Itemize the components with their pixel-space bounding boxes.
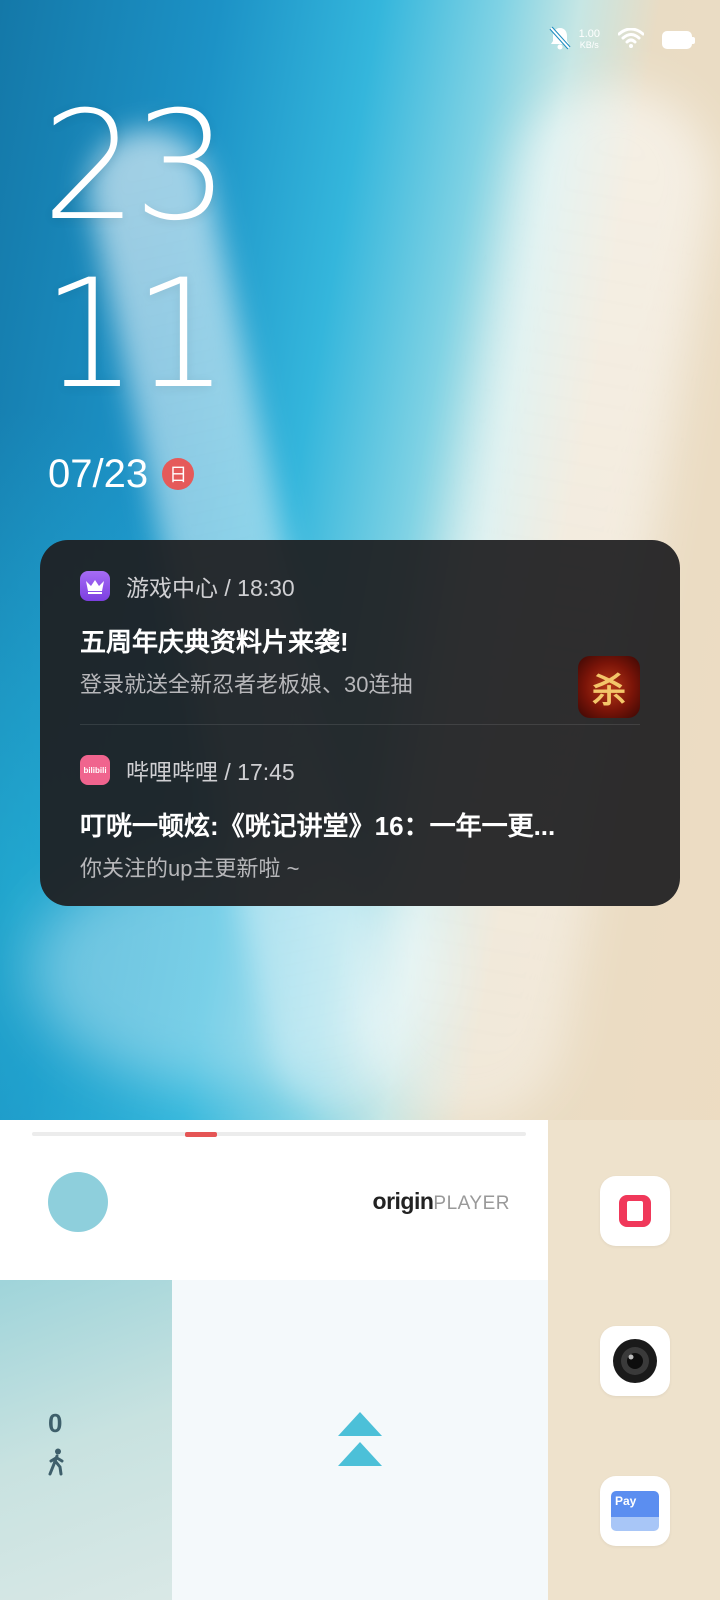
swipe-up-area[interactable]: [172, 1280, 548, 1600]
speed-value: 1.00: [578, 28, 600, 40]
notification-body: 登录就送全新忍者老板娘、30连抽: [80, 672, 413, 697]
wifi-icon: [617, 27, 645, 53]
clock-hour: 23: [42, 80, 229, 254]
walking-person-icon: [46, 1448, 68, 1481]
notification-header: bilibili 哔哩哔哩 / 17:45: [80, 754, 640, 786]
game-thumbnail: 杀: [578, 656, 640, 718]
battery-icon: [662, 31, 695, 49]
music-player-widget[interactable]: origin PLAYER: [0, 1120, 548, 1280]
notification-card[interactable]: 游戏中心 / 18:30 五周年庆典资料片来袭! 登录就送全新忍者老板娘、30连…: [40, 540, 680, 906]
crown-icon: [80, 571, 110, 601]
date-text: 07/23: [48, 452, 149, 496]
pay-wallet-icon[interactable]: Pay: [600, 1476, 670, 1546]
step-counter-widget[interactable]: 0: [0, 1280, 172, 1600]
playback-progress-track[interactable]: [32, 1132, 526, 1136]
swipe-up-icon: [338, 1412, 382, 1466]
date-row: 07/23 日: [48, 452, 195, 496]
bilibili-icon-text: bilibili: [83, 765, 107, 775]
album-art[interactable]: [48, 1172, 108, 1232]
notification-title: 叮咣一顿炫:《咣记讲堂》16：一年一更...: [80, 811, 556, 841]
speed-unit: KB/s: [579, 40, 599, 50]
bell-muted-icon: [549, 26, 571, 55]
quick-app-dock: Pay: [548, 1120, 720, 1600]
red-square-app-icon[interactable]: [600, 1176, 670, 1246]
brand-secondary: PLAYER: [433, 1193, 510, 1214]
thumbnail-glyph: 杀: [592, 670, 626, 711]
notification-app-time: 哔哩哔哩 / 17:45: [126, 759, 295, 785]
notification-divider: [80, 724, 640, 725]
pay-card: Pay: [611, 1491, 659, 1531]
notification-bilibili[interactable]: bilibili 哔哩哔哩 / 17:45 叮咣一顿炫:《咣记讲堂》16：一年一…: [80, 754, 640, 883]
network-speed: 1.00 KB/s: [579, 29, 600, 51]
step-count: 0: [48, 1408, 63, 1438]
clock-minute: 11: [42, 248, 229, 422]
player-brand-logo: origin PLAYER: [373, 1188, 510, 1215]
notification-game-center[interactable]: 游戏中心 / 18:30 五周年庆典资料片来袭! 登录就送全新忍者老板娘、30连…: [80, 570, 640, 718]
notification-title: 五周年庆典资料片来袭!: [80, 627, 349, 657]
notification-app-time: 游戏中心 / 18:30: [126, 575, 295, 601]
playback-progress-fill: [185, 1132, 217, 1137]
pay-label: Pay: [615, 1494, 637, 1508]
notification-body: 你关注的up主更新啦 ~: [80, 856, 300, 881]
bilibili-icon: bilibili: [80, 755, 110, 785]
weekday-badge: 日: [162, 458, 195, 490]
notification-header: 游戏中心 / 18:30: [80, 570, 640, 602]
camera-icon[interactable]: [600, 1326, 670, 1396]
status-bar: 1.00 KB/s: [549, 24, 695, 56]
brand-primary: origin: [372, 1188, 434, 1214]
